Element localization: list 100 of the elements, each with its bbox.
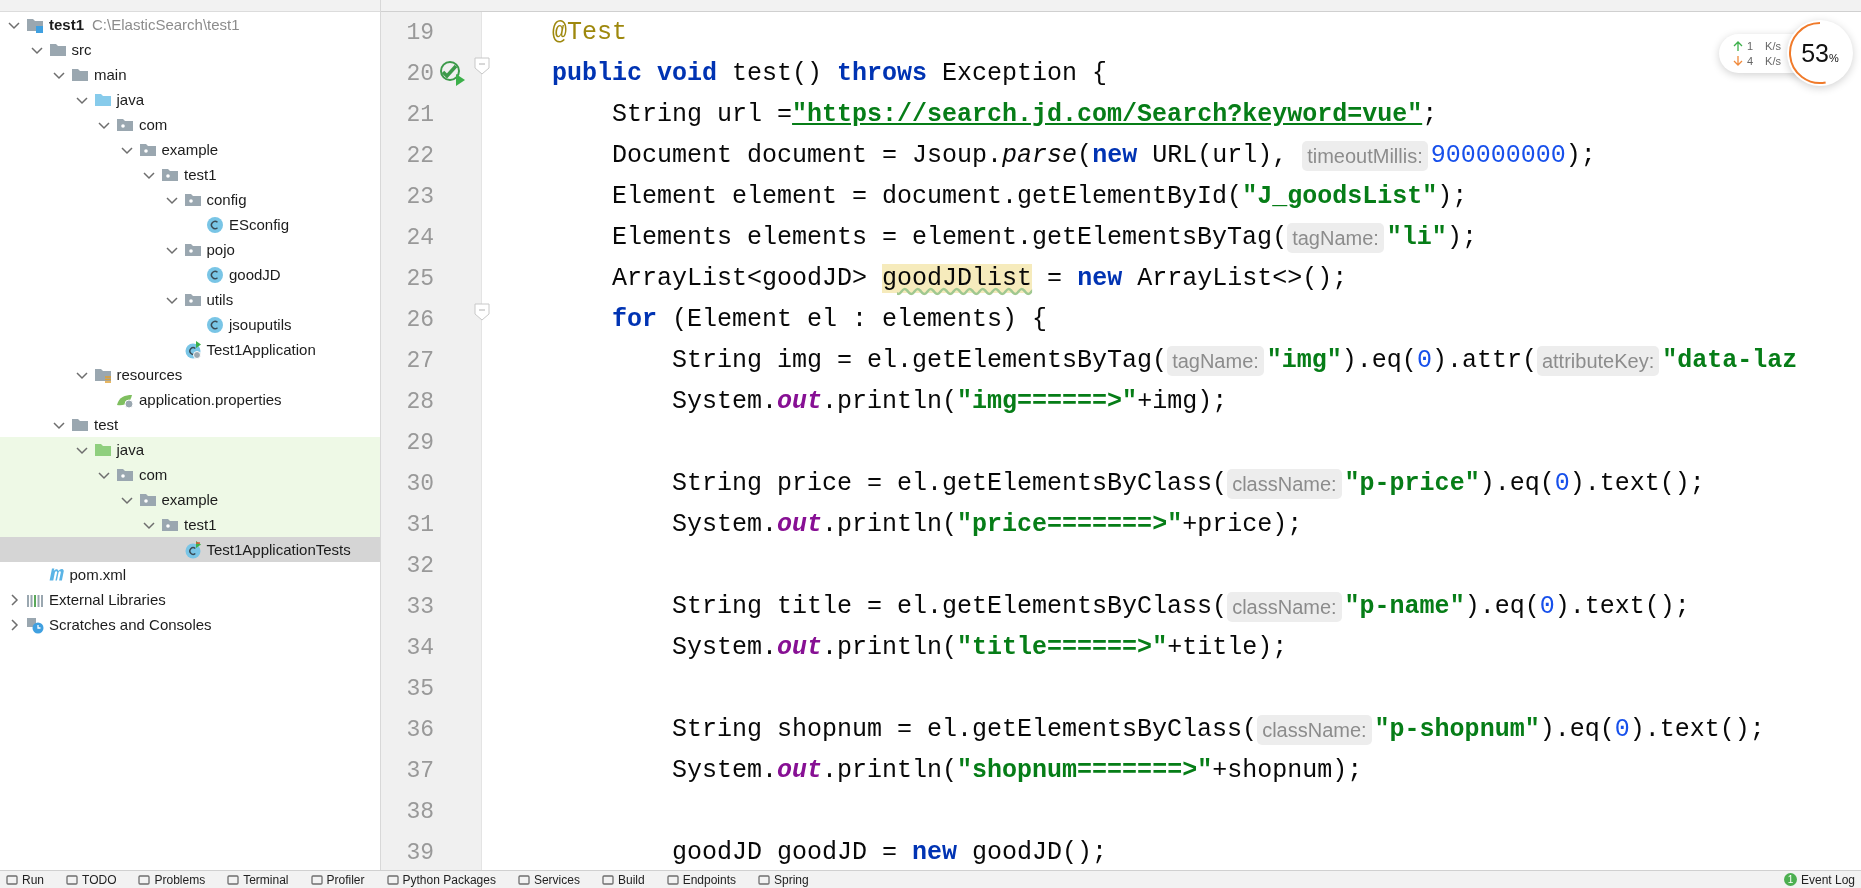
tree-label: ESconfig xyxy=(229,216,290,233)
line-number: 23 xyxy=(405,183,434,210)
tree-row[interactable]: java xyxy=(0,437,380,462)
code-text: (Element el : elements) { xyxy=(671,305,1048,334)
code-text: String shopnum = el.getElementsByClass( xyxy=(671,715,1258,744)
line-number: 32 xyxy=(405,552,434,579)
tree-label: utils xyxy=(206,291,234,308)
parameter-hint: tagName: xyxy=(1167,345,1264,376)
tool-window-button[interactable]: Python Packages xyxy=(386,872,496,887)
code-text: ).text(); xyxy=(1569,469,1705,498)
line-number: 19 xyxy=(405,19,434,46)
tool-window-icon xyxy=(386,873,399,886)
tool-window-button[interactable]: Terminal xyxy=(227,872,289,887)
notification-badge: 1 xyxy=(1783,873,1797,886)
tree-label: example xyxy=(161,141,219,158)
tree-row[interactable]: utils xyxy=(0,287,380,312)
keyword: new xyxy=(1092,141,1138,170)
line-number: 33 xyxy=(405,593,434,620)
tree-row[interactable]: example xyxy=(0,487,380,512)
tool-window-icon xyxy=(666,873,679,886)
code-text: String title = el.getElementsByClass( xyxy=(671,592,1228,621)
tree-label: com xyxy=(139,466,168,483)
code-text: +title); xyxy=(1167,633,1288,662)
tool-window-button[interactable]: Profiler xyxy=(310,872,365,887)
tree-row[interactable]: External Libraries xyxy=(0,587,380,612)
tool-window-button[interactable]: Problems xyxy=(138,872,206,887)
tree-row[interactable]: java xyxy=(0,87,380,112)
line-number: 24 xyxy=(405,224,434,251)
tool-window-icon xyxy=(227,873,240,886)
line-number: 20 xyxy=(405,60,434,87)
code-text: ArrayList<>(); xyxy=(1136,264,1348,293)
number-literal: 0 xyxy=(1554,469,1570,498)
tool-window-button[interactable]: Spring xyxy=(758,872,809,887)
tree-row[interactable]: Test1Application xyxy=(0,337,380,362)
code-text: ); xyxy=(1446,223,1477,252)
speed-unit: K/s xyxy=(1765,54,1781,67)
parameter-hint: timeoutMillis: xyxy=(1302,140,1428,171)
tree-row[interactable]: com xyxy=(0,462,380,487)
number-literal: 0 xyxy=(1416,346,1432,375)
tree-row[interactable]: com xyxy=(0,112,380,137)
tree-label: test1 xyxy=(184,166,217,183)
line-number: 25 xyxy=(405,265,434,292)
tree-row[interactable]: goodJD xyxy=(0,262,380,287)
tree-row[interactable]: ESconfig xyxy=(0,212,380,237)
tree-row[interactable]: test1 xyxy=(0,162,380,187)
string-literal: "data-laz xyxy=(1662,346,1798,375)
line-number: 31 xyxy=(405,511,434,538)
tree-row[interactable]: test xyxy=(0,412,380,437)
tree-row[interactable]: config xyxy=(0,187,380,212)
code-text: System. xyxy=(671,633,778,662)
tool-window-button[interactable]: Services xyxy=(517,872,580,887)
field-name: out xyxy=(777,756,823,785)
tree-row[interactable]: pom.xml xyxy=(0,562,380,587)
run-icon[interactable] xyxy=(440,60,466,87)
parameter-hint: attributeKey: xyxy=(1536,345,1660,376)
code-text: ).text(); xyxy=(1554,592,1690,621)
tool-window-icon xyxy=(601,873,614,886)
code-text: ).eq( xyxy=(1464,592,1540,621)
tool-window-button[interactable]: Endpoints xyxy=(666,872,736,887)
line-number: 26 xyxy=(405,306,434,333)
tree-row[interactable]: src xyxy=(0,37,380,62)
line-number: 37 xyxy=(405,757,434,784)
tool-window-icon xyxy=(758,873,770,886)
tree-row[interactable]: Scratches and Consoles xyxy=(0,612,380,637)
code-text: ); xyxy=(1437,182,1468,211)
tree-row[interactable]: jsouputils xyxy=(0,312,380,337)
line-number: 21 xyxy=(405,101,434,128)
line-number: 34 xyxy=(405,634,434,661)
tree-row[interactable]: main xyxy=(0,62,380,87)
tool-window-button[interactable]: Run xyxy=(6,872,44,887)
up-arrow-icon xyxy=(1732,40,1743,51)
tree-row[interactable]: test1 xyxy=(0,512,380,537)
event-log-button[interactable]: 1 Event Log xyxy=(1783,872,1855,887)
keyword: new xyxy=(912,838,958,867)
tree-row[interactable]: application.properties xyxy=(0,387,380,412)
string-literal: "img======>" xyxy=(957,387,1138,416)
tree-row[interactable]: test1 C:\ElasticSearch\test1 xyxy=(0,12,380,37)
tree-label: java xyxy=(116,441,145,458)
tree-row[interactable]: example xyxy=(0,137,380,162)
keyword: for xyxy=(611,305,658,334)
code-text: Exception { xyxy=(941,59,1108,88)
tree-row[interactable]: pojo xyxy=(0,237,380,262)
tool-window-button[interactable]: TODO xyxy=(66,872,117,887)
usage-unit: % xyxy=(1829,51,1839,64)
code-text: ).eq( xyxy=(1539,715,1615,744)
tool-window-button[interactable]: Build xyxy=(601,872,645,887)
code-text: Element element = document.getElementById( xyxy=(611,182,1243,211)
tree-row[interactable]: resources xyxy=(0,362,380,387)
tool-window-icon xyxy=(138,873,151,886)
project-path: C:\ElasticSearch\test1 xyxy=(92,16,240,33)
line-number: 35 xyxy=(405,675,434,702)
code-text: System. xyxy=(671,510,778,539)
code-text: .println( xyxy=(822,510,958,539)
line-number: 36 xyxy=(405,716,434,743)
code-text: ArrayList<goodJD> xyxy=(611,264,869,293)
keyword: public void xyxy=(551,59,718,88)
tree-row[interactable]: Test1ApplicationTests xyxy=(0,537,380,562)
line-number: 27 xyxy=(405,347,434,374)
code-text: System. xyxy=(671,756,778,785)
field-name: out xyxy=(777,387,823,416)
